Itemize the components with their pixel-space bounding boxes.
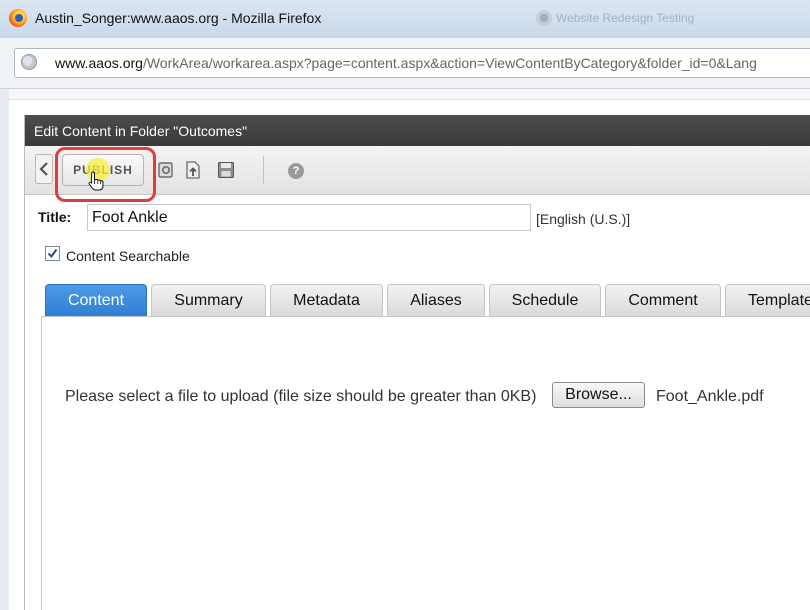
tab-templates[interactable]: Templates	[725, 284, 810, 316]
tab-summary[interactable]: Summary	[151, 284, 266, 316]
back-button[interactable]	[35, 154, 53, 184]
view-icon[interactable]	[156, 160, 176, 180]
language-label: [English (U.S.)]	[536, 211, 631, 227]
dialog-header: Edit Content in Folder "Outcomes"	[25, 115, 810, 146]
window-title: Austin_Songer:www.aaos.org - Mozilla Fir…	[35, 10, 322, 26]
upload-instructions: Please select a file to upload (file siz…	[65, 388, 537, 405]
browser-navbar: www.aaos.org/WorkArea/workarea.aspx?page…	[0, 38, 810, 89]
content-searchable-label: Content Searchable	[66, 248, 190, 264]
url-domain: www.aaos.org	[55, 55, 143, 71]
checkbox-check-icon	[47, 248, 58, 259]
upload-icon[interactable]	[183, 160, 203, 180]
firefox-logo-icon	[9, 9, 27, 27]
tab-schedule[interactable]: Schedule	[489, 284, 601, 316]
tab-content[interactable]: Content	[45, 284, 147, 316]
browse-button[interactable]: Browse...	[552, 382, 645, 408]
help-icon[interactable]: ?	[288, 163, 304, 179]
title-input[interactable]	[87, 204, 531, 231]
url-text[interactable]: www.aaos.org/WorkArea/workarea.aspx?page…	[55, 55, 757, 71]
url-bar[interactable]: www.aaos.org/WorkArea/workarea.aspx?page…	[14, 48, 810, 78]
tab-aliases[interactable]: Aliases	[387, 284, 485, 316]
toolbar-separator	[263, 156, 264, 184]
dialog-toolbar: PUBLISH ?	[25, 146, 810, 202]
globe-icon[interactable]	[21, 54, 37, 70]
page-left-edge	[0, 89, 9, 610]
selected-file-name: Foot_Ankle.pdf	[656, 388, 764, 405]
url-path: /WorkArea/workarea.aspx?page=content.asp…	[142, 55, 757, 71]
background-tab-icon	[536, 10, 552, 26]
hand-cursor-icon	[88, 171, 104, 191]
tab-comment[interactable]: Comment	[605, 284, 721, 316]
publish-highlight-frame	[55, 147, 156, 202]
edit-content-dialog: Edit Content in Folder "Outcomes" PUBLIS…	[24, 115, 810, 610]
save-icon[interactable]	[216, 160, 236, 180]
page-top-strip	[0, 89, 810, 100]
content-searchable-checkbox[interactable]	[45, 246, 60, 261]
back-arrow-icon	[39, 162, 48, 176]
title-label: Title:	[38, 209, 72, 225]
tab-metadata[interactable]: Metadata	[270, 284, 383, 316]
browser-titlebar: Austin_Songer:www.aaos.org - Mozilla Fir…	[0, 0, 810, 38]
tab-panel-content	[41, 316, 810, 610]
dialog-title: Edit Content in Folder "Outcomes"	[34, 123, 248, 139]
background-tab[interactable]: Website Redesign Testing	[556, 11, 694, 25]
